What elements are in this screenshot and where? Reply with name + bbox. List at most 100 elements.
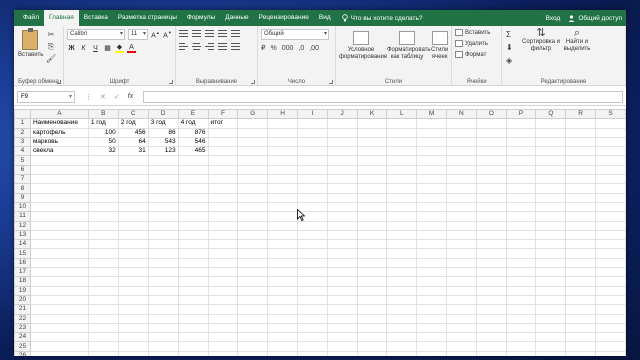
- cell[interactable]: [505, 118, 537, 129]
- cell[interactable]: [297, 313, 328, 324]
- cell[interactable]: [177, 313, 209, 324]
- cell[interactable]: [535, 136, 567, 148]
- tab-review[interactable]: Рецензирование: [254, 10, 314, 26]
- cell[interactable]: [595, 239, 626, 250]
- number-launcher-icon[interactable]: [329, 80, 333, 84]
- cell[interactable]: [297, 276, 328, 287]
- cell[interactable]: [326, 211, 358, 222]
- cell[interactable]: [29, 276, 89, 287]
- cell[interactable]: [565, 118, 597, 129]
- cell[interactable]: [505, 285, 537, 296]
- column-header[interactable]: E: [177, 109, 209, 120]
- cell[interactable]: [416, 332, 447, 343]
- cell[interactable]: [29, 164, 89, 176]
- select-all-corner[interactable]: [14, 109, 31, 120]
- cell[interactable]: [29, 341, 89, 352]
- cell[interactable]: [535, 127, 567, 138]
- cell[interactable]: [565, 229, 597, 241]
- cell[interactable]: [177, 220, 209, 231]
- cell[interactable]: [267, 164, 298, 176]
- cell[interactable]: [356, 164, 388, 176]
- row-header[interactable]: 24: [14, 332, 31, 343]
- cell[interactable]: [117, 332, 149, 343]
- row-header[interactable]: 14: [14, 239, 31, 250]
- cell[interactable]: [87, 201, 119, 213]
- cell[interactable]: [535, 267, 567, 278]
- cell[interactable]: [237, 267, 269, 278]
- cell[interactable]: [595, 350, 626, 356]
- sort-filter-button[interactable]: ⇅ Сортировка и фильтр: [522, 28, 560, 53]
- cell[interactable]: [147, 239, 179, 250]
- column-header[interactable]: C: [117, 109, 149, 120]
- cell[interactable]: [505, 192, 537, 203]
- cell[interactable]: [505, 341, 537, 352]
- cell[interactable]: [326, 183, 358, 194]
- row-header[interactable]: 8: [14, 183, 31, 194]
- cell[interactable]: [386, 313, 418, 324]
- cell[interactable]: [386, 118, 418, 129]
- cell[interactable]: [595, 248, 626, 259]
- cell[interactable]: [475, 285, 507, 296]
- row-header[interactable]: 3: [14, 136, 31, 148]
- cell[interactable]: [535, 332, 567, 343]
- cell[interactable]: [565, 294, 597, 306]
- orientation-icon[interactable]: [218, 29, 227, 38]
- cell[interactable]: [475, 294, 507, 306]
- cell[interactable]: [356, 136, 388, 148]
- cell[interactable]: [207, 257, 239, 269]
- cell[interactable]: [326, 174, 358, 185]
- column-header[interactable]: A: [29, 109, 89, 120]
- cell[interactable]: 1 год: [87, 118, 119, 129]
- alignment-launcher-icon[interactable]: [251, 80, 255, 84]
- cell[interactable]: [505, 313, 537, 324]
- percent-icon[interactable]: %: [270, 45, 276, 52]
- cell[interactable]: [416, 229, 447, 241]
- cell[interactable]: [446, 174, 477, 185]
- cell[interactable]: [207, 322, 239, 334]
- column-header[interactable]: Q: [535, 109, 567, 120]
- cell[interactable]: [535, 146, 567, 157]
- cell[interactable]: [237, 313, 269, 324]
- cell[interactable]: [297, 118, 328, 129]
- formula-input[interactable]: [143, 90, 623, 103]
- cell[interactable]: [87, 183, 119, 194]
- cell[interactable]: [207, 341, 239, 352]
- cell[interactable]: [147, 294, 179, 306]
- cell[interactable]: [356, 248, 388, 259]
- cell[interactable]: 543: [147, 136, 179, 148]
- cell[interactable]: [147, 164, 179, 176]
- cell[interactable]: [207, 164, 239, 176]
- cell[interactable]: [565, 267, 597, 278]
- cell[interactable]: [535, 183, 567, 194]
- tab-page-layout[interactable]: Разметка страницы: [113, 10, 182, 26]
- cell[interactable]: [267, 332, 298, 343]
- cell[interactable]: [475, 220, 507, 231]
- bold-icon[interactable]: Ж: [67, 45, 76, 52]
- cell[interactable]: [29, 350, 89, 356]
- cell[interactable]: [386, 285, 418, 296]
- cell[interactable]: [535, 155, 567, 166]
- cell[interactable]: [505, 136, 537, 148]
- cell[interactable]: [446, 136, 477, 148]
- cell[interactable]: [475, 229, 507, 241]
- column-header[interactable]: M: [416, 109, 447, 120]
- font-color-icon[interactable]: A: [127, 44, 136, 53]
- cell[interactable]: [117, 248, 149, 259]
- row-header[interactable]: 10: [14, 201, 31, 213]
- cell[interactable]: [297, 341, 328, 352]
- cell[interactable]: [446, 313, 477, 324]
- cell[interactable]: [267, 276, 298, 287]
- cell[interactable]: [297, 285, 328, 296]
- row-header[interactable]: 15: [14, 248, 31, 259]
- cell[interactable]: [147, 332, 179, 343]
- cell[interactable]: [565, 239, 597, 250]
- cell[interactable]: [535, 164, 567, 176]
- cell[interactable]: [356, 304, 388, 315]
- cell[interactable]: [297, 332, 328, 343]
- cell[interactable]: [267, 155, 298, 166]
- cell[interactable]: [237, 174, 269, 185]
- cell[interactable]: [207, 276, 239, 287]
- tab-formulas[interactable]: Формулы: [182, 10, 220, 26]
- cell[interactable]: [416, 267, 447, 278]
- cell[interactable]: [29, 183, 89, 194]
